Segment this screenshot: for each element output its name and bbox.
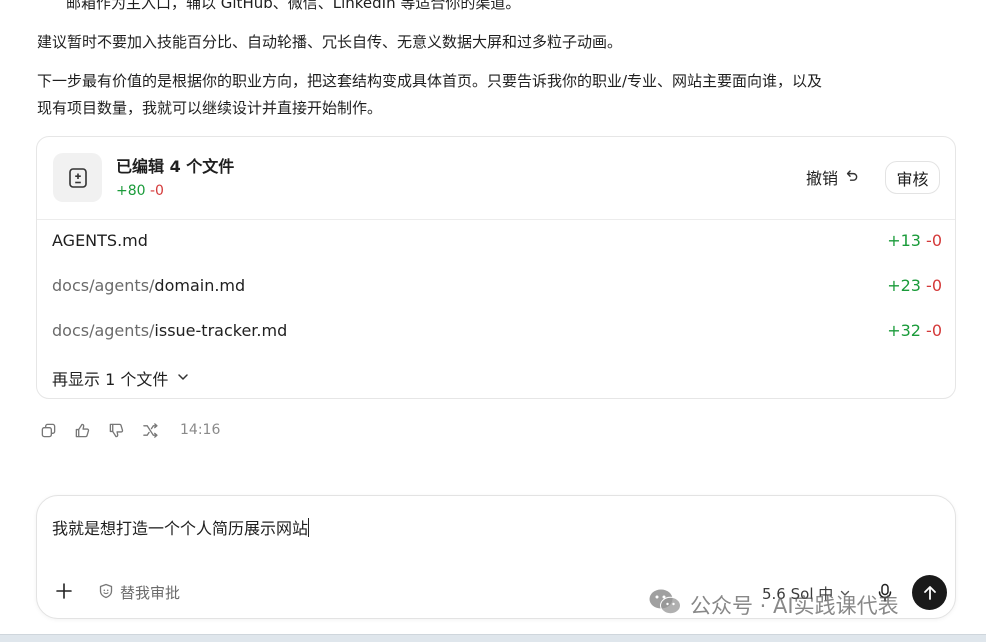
chat-page: 邮箱作为主入口，辅以 GitHub、微信、LinkedIn 等适合你的渠道。 建… <box>0 0 986 642</box>
show-more-files-button[interactable]: 再显示 1 个文件 <box>52 366 190 390</box>
composer-input[interactable]: 我就是想打造一个个人简历展示网站 <box>52 515 310 539</box>
edited-files-card: 已编辑 4 个文件 +80 -0 撤销 审核 AGENTS.md +13 -0 … <box>36 136 956 399</box>
review-button[interactable]: 审核 <box>885 161 940 194</box>
send-button[interactable] <box>912 575 947 610</box>
message-paragraph: 建议暂时不要加入技能百分比、自动轮播、冗长自传、无意义数据大屏和过多粒子动画。 <box>37 33 623 51</box>
edited-files-header: 已编辑 4 个文件 +80 -0 撤销 审核 <box>37 137 955 220</box>
thumbs-up-icon[interactable] <box>72 420 92 440</box>
file-dir: docs/agents/ <box>52 321 155 340</box>
composer-input-text: 我就是想打造一个个人简历展示网站 <box>52 519 309 538</box>
thumbs-down-icon[interactable] <box>106 420 126 440</box>
file-added: +32 <box>887 321 921 340</box>
undo-label: 撤销 <box>806 169 839 188</box>
text-caret <box>308 518 310 537</box>
plus-icon <box>56 583 72 599</box>
chevron-down-icon <box>176 369 190 388</box>
file-removed: -0 <box>926 321 942 340</box>
edited-files-diff: +80 -0 <box>116 183 164 199</box>
file-row[interactable]: docs/agents/domain.md +23 -0 <box>52 276 942 300</box>
message-paragraph: 下一步最有价值的是根据你的职业方向，把这套结构变成具体首页。只要告诉我你的职业/… <box>37 72 823 90</box>
watermark: 公众号 · AI实践课代表 <box>648 588 899 621</box>
copy-icon[interactable] <box>38 420 58 440</box>
file-added: +13 <box>887 231 921 250</box>
file-diff: +13 -0 <box>887 231 942 250</box>
message-cut-line: 邮箱作为主入口，辅以 GitHub、微信、LinkedIn 等适合你的渠道。 <box>66 0 521 12</box>
lines-removed: -0 <box>150 183 164 199</box>
file-removed: -0 <box>926 231 942 250</box>
lines-added: +80 <box>116 183 146 199</box>
fork-icon[interactable] <box>140 420 160 440</box>
approval-mode-button[interactable]: 替我审批 <box>98 582 180 603</box>
file-name: domain.md <box>154 276 246 295</box>
file-diff-icon <box>53 153 102 202</box>
file-diff: +23 -0 <box>887 276 942 295</box>
wechat-icon <box>648 588 682 621</box>
edited-files-title: 已编辑 4 个文件 <box>116 157 235 176</box>
message-timestamp: 14:16 <box>180 422 221 438</box>
approval-mode-label: 替我审批 <box>120 584 181 602</box>
file-diff: +32 -0 <box>887 321 942 340</box>
watermark-text: 公众号 · AI实践课代表 <box>690 593 899 618</box>
message-paragraph: 现有项目数量，我就可以继续设计并直接开始制作。 <box>37 99 383 117</box>
file-name: issue-tracker.md <box>154 321 288 340</box>
undo-icon <box>844 168 859 187</box>
file-added: +23 <box>887 276 921 295</box>
file-row[interactable]: AGENTS.md +13 -0 <box>52 231 942 255</box>
shield-icon <box>98 583 114 603</box>
undo-button[interactable]: 撤销 <box>806 165 859 189</box>
arrow-up-icon <box>923 585 936 600</box>
file-row[interactable]: docs/agents/issue-tracker.md +32 -0 <box>52 321 942 345</box>
add-attachment-button[interactable] <box>53 580 75 602</box>
file-dir: docs/agents/ <box>52 276 155 295</box>
window-bottom-edge <box>0 634 986 642</box>
show-more-label: 再显示 1 个文件 <box>52 370 169 389</box>
message-actions: 14:16 <box>38 419 220 441</box>
file-removed: -0 <box>926 276 942 295</box>
file-name: AGENTS.md <box>52 231 148 250</box>
